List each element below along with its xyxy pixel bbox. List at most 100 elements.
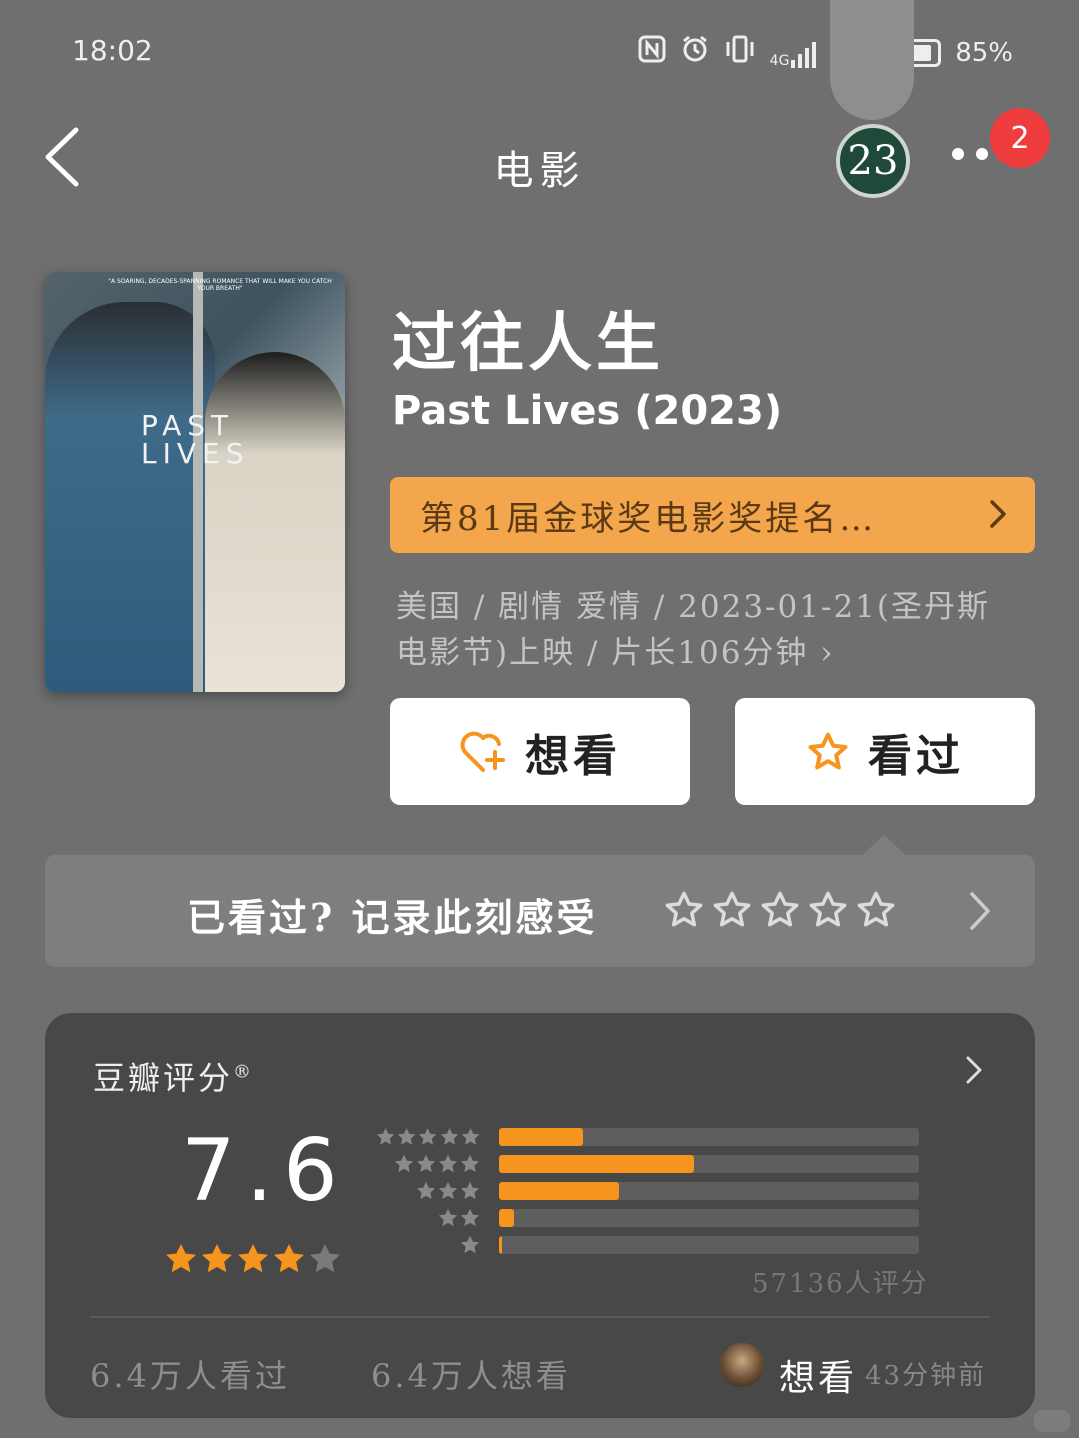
small-star-icon (439, 1208, 457, 1226)
distribution-stars (375, 1153, 481, 1175)
friend-time: 43分钟前 (865, 1361, 987, 1391)
distribution-bar (499, 1208, 919, 1227)
award-text: 第81届金球奖电影奖提名… (420, 498, 877, 539)
small-star-icon (461, 1208, 479, 1226)
signal-1-icon: 4G (770, 38, 817, 68)
distribution-stars (375, 1207, 481, 1229)
movie-title-cn: 过往人生 (392, 306, 664, 381)
award-banner[interactable]: 第81届金球奖电影奖提名… (390, 477, 1035, 553)
distribution-stars (375, 1126, 481, 1148)
small-star-icon (376, 1127, 395, 1145)
seen-button[interactable]: 看过 (735, 698, 1035, 805)
filled-star-icon (202, 1244, 232, 1272)
record-notch (862, 835, 906, 855)
movie-poster[interactable]: "A SOARING, DECADES-SPANNING ROMANCE THA… (45, 272, 345, 692)
poster-title-line2: LIVES (141, 437, 250, 470)
rating-score: 7.6 (181, 1121, 348, 1221)
app-floating-avatar[interactable]: 23 (836, 124, 910, 198)
rating-label: 豆瓣评分® (93, 1059, 255, 1097)
nav-bar: 电影 23 2 (0, 108, 1079, 210)
empty-star-icon (761, 891, 799, 927)
filled-star-icon (166, 1244, 196, 1272)
want-label: 想看 (525, 730, 621, 782)
poster-pole (193, 272, 203, 692)
want-to-watch-button[interactable]: 想看 (390, 698, 690, 805)
star-icon (808, 732, 848, 769)
record-star-row[interactable] (663, 889, 897, 931)
small-star-icon (461, 1235, 479, 1253)
record-prompt: 已看过? 记录此刻感受 (187, 895, 598, 940)
rating-card[interactable]: 豆瓣评分® 7.6 57136人评分 6.4万人看过 6.4万人想看 想看 43… (45, 1013, 1035, 1418)
small-star-icon (440, 1127, 458, 1145)
small-star-icon (439, 1154, 457, 1172)
distribution-bar-fill (499, 1235, 503, 1254)
distribution-row (375, 1204, 919, 1231)
distribution-row (375, 1150, 919, 1177)
empty-star-icon (809, 891, 847, 927)
small-star-icon (461, 1154, 479, 1172)
more-dots-icon[interactable] (952, 148, 988, 160)
small-star-icon (395, 1154, 413, 1172)
small-star-icon (461, 1127, 480, 1145)
empty-star-icon (310, 1244, 340, 1272)
distribution-bar (499, 1127, 919, 1146)
filled-star-icon (238, 1244, 268, 1272)
small-star-icon (461, 1181, 479, 1199)
floating-pull-tab[interactable] (830, 0, 914, 120)
status-icons: 4G 4G 85% (638, 34, 1013, 71)
status-time: 18:02 (72, 34, 153, 67)
seen-count[interactable]: 6.4万人看过 (90, 1351, 290, 1397)
poster-figure-man (45, 302, 215, 692)
chevron-right-icon (966, 1056, 982, 1084)
poster-title: PAST LIVES (141, 412, 249, 468)
distribution-row (375, 1231, 919, 1258)
meta-line-1: 美国 / 剧情 爱情 / 2023-01-21(圣丹斯 (396, 589, 990, 625)
battery-percent: 85% (955, 37, 1013, 68)
small-star-icon (439, 1181, 457, 1199)
distribution-bar (499, 1235, 919, 1254)
empty-star-icon (713, 891, 751, 927)
distribution-row (375, 1177, 919, 1204)
rating-count: 57136人评分 (752, 1269, 929, 1299)
small-star-icon (417, 1181, 435, 1199)
watermark-logo (1034, 1410, 1070, 1432)
empty-star-icon (857, 891, 895, 927)
chevron-right-icon (990, 500, 1006, 528)
record-feeling-bar[interactable]: 已看过? 记录此刻感受 (45, 855, 1035, 967)
page-title: 电影 (493, 148, 586, 194)
poster-quote: "A SOARING, DECADES-SPANNING ROMANCE THA… (108, 278, 332, 292)
distribution-bar-fill (499, 1208, 514, 1227)
small-star-icon (417, 1154, 435, 1172)
chevron-right-icon (970, 892, 990, 930)
filled-star-icon (274, 1244, 304, 1272)
empty-star-icon (665, 891, 703, 927)
distribution-stars (375, 1234, 481, 1256)
status-bar: 18:02 4G 4G 85% (0, 0, 1079, 100)
small-star-icon (398, 1127, 416, 1145)
distribution-bar (499, 1181, 919, 1200)
poster-title-line1: PAST (141, 409, 235, 442)
movie-title-en: Past Lives (2023) (392, 388, 783, 434)
vibrate-icon (724, 34, 756, 71)
friend-action: 想看 (779, 1358, 858, 1399)
movie-meta[interactable]: 美国 / 剧情 爱情 / 2023-01-21(圣丹斯 电影节)上映 / 片长1… (396, 584, 1036, 676)
poster-figure-woman (205, 352, 345, 692)
distribution-bar-fill (499, 1154, 695, 1173)
alarm-icon (680, 34, 710, 71)
avatar[interactable] (720, 1343, 764, 1387)
seen-label: 看过 (868, 730, 964, 782)
divider (90, 1316, 990, 1318)
nfc-icon (638, 35, 666, 70)
distribution-bar-fill (499, 1127, 583, 1146)
heart-plus-icon (460, 731, 505, 772)
score-stars (163, 1241, 343, 1277)
want-count[interactable]: 6.4万人想看 (371, 1351, 571, 1397)
distribution-row (375, 1123, 919, 1150)
distribution-stars (375, 1180, 481, 1202)
rating-distribution (375, 1123, 919, 1258)
notification-badge[interactable]: 2 (990, 108, 1050, 168)
distribution-bar-fill (499, 1181, 619, 1200)
distribution-bar (499, 1154, 919, 1173)
meta-line-2: 电影节)上映 / 片长106分钟 › (396, 635, 835, 671)
small-star-icon (419, 1127, 437, 1145)
